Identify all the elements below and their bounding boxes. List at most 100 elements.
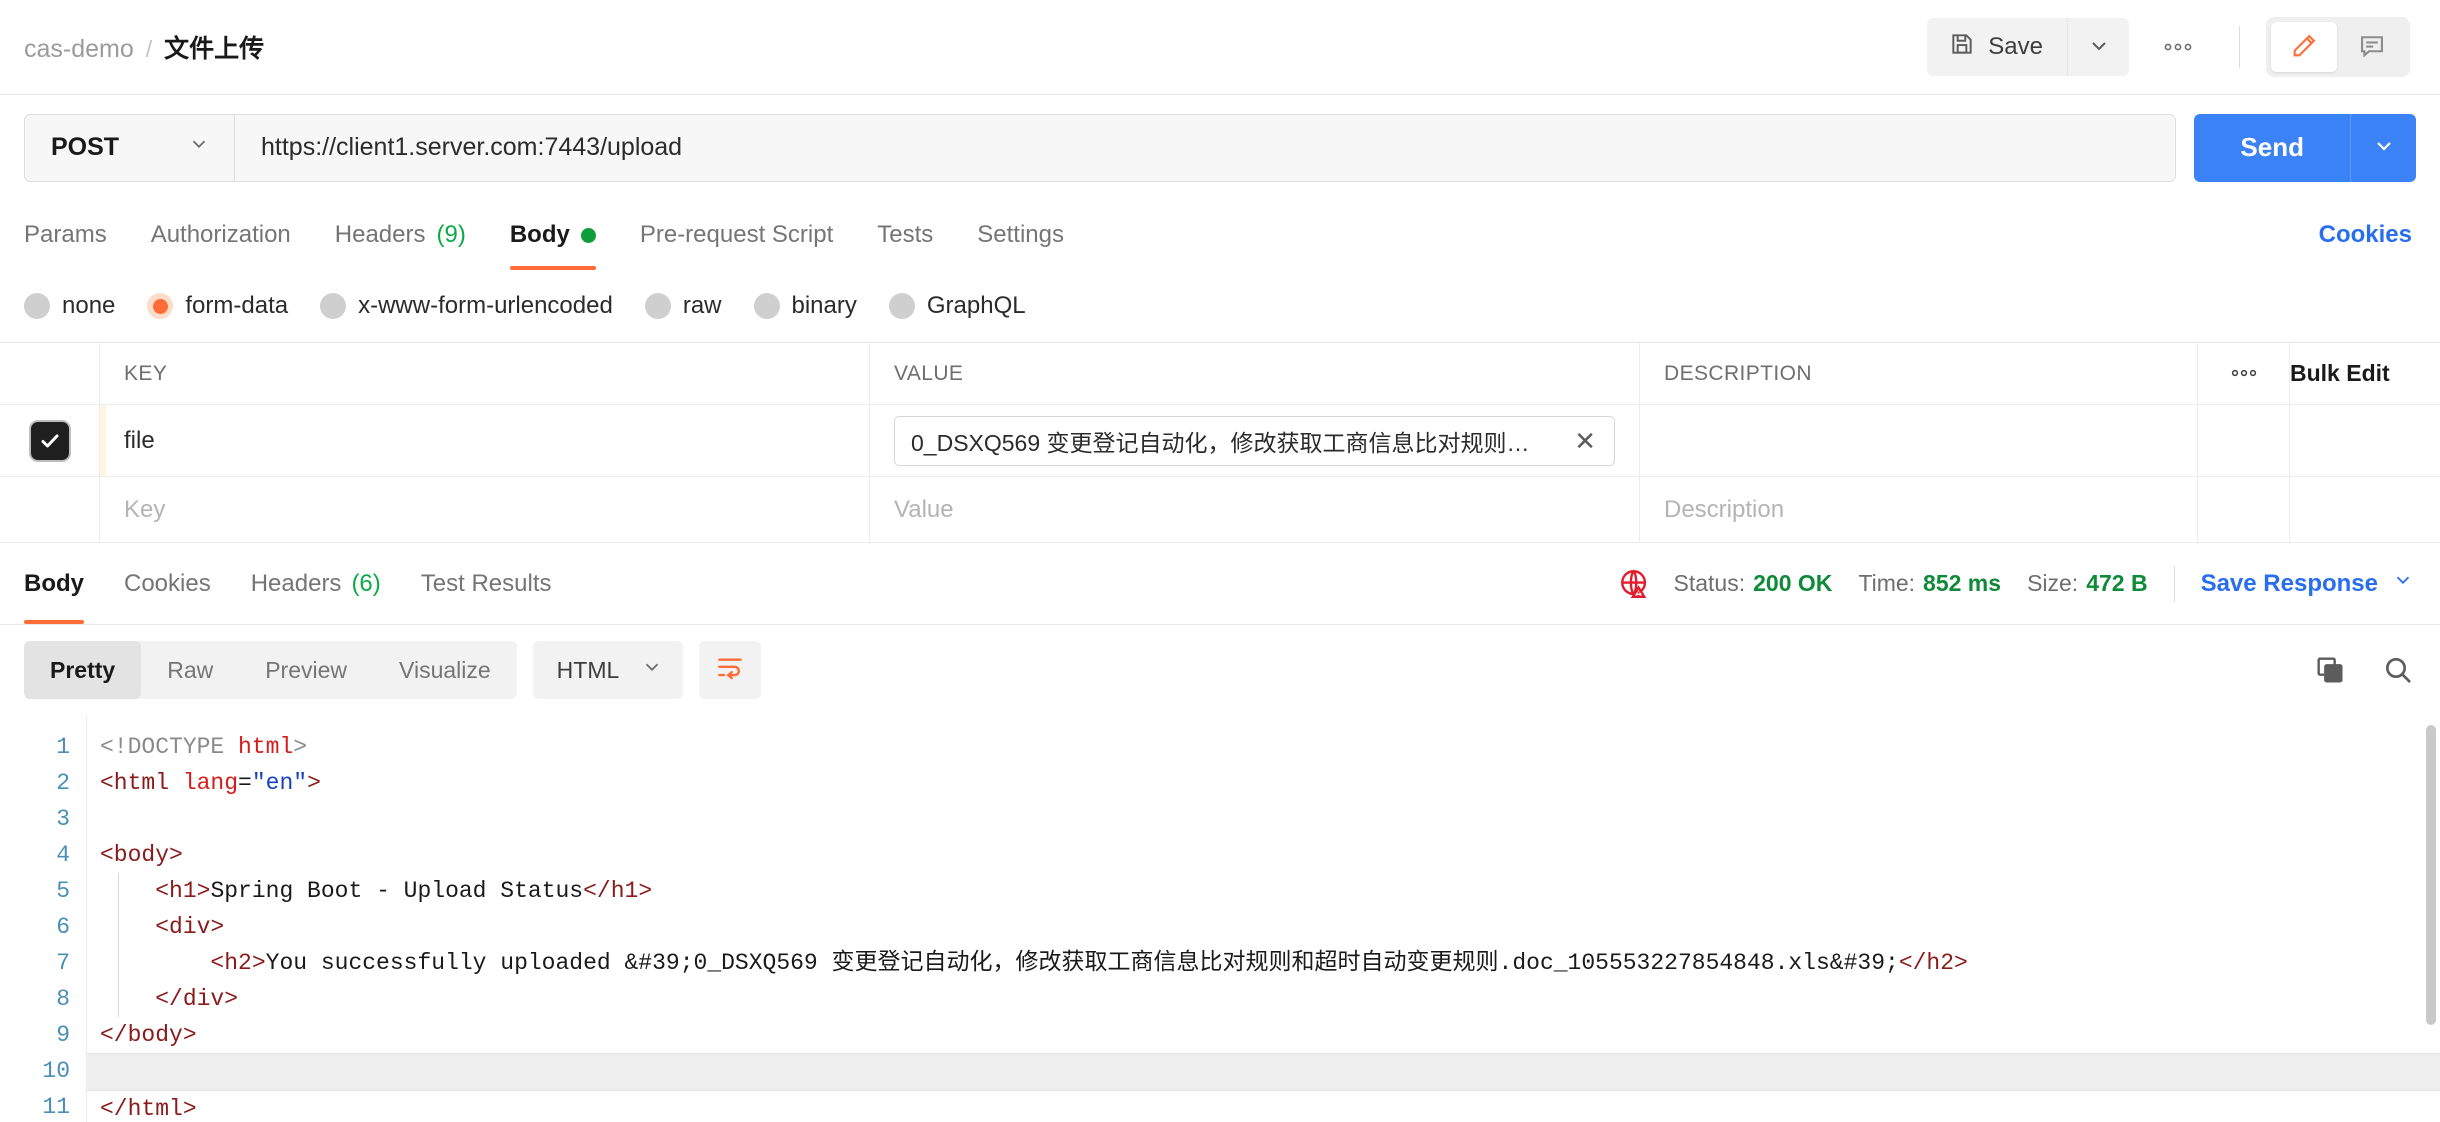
code-line[interactable] xyxy=(86,801,2440,837)
code-line[interactable]: <body> xyxy=(86,837,2440,873)
line-number: 5 xyxy=(56,878,70,904)
empty-row-key-input[interactable]: Key xyxy=(100,477,870,542)
tab-label: Tests xyxy=(877,221,934,248)
breadcrumb-collection[interactable]: cas-demo xyxy=(24,35,134,64)
view-mode-preview[interactable]: Preview xyxy=(239,641,373,699)
column-header-value: VALUE xyxy=(894,361,964,385)
code-line[interactable]: <html lang="en"> xyxy=(86,765,2440,801)
row-enabled-checkbox[interactable] xyxy=(30,421,69,460)
postman-app-window: cas-demo / 文件上传 Save POST https://client… xyxy=(0,0,2440,1122)
response-tab-cookies[interactable]: Cookies xyxy=(104,543,231,624)
vertical-scrollbar[interactable] xyxy=(2426,725,2436,1025)
tab-headers[interactable]: Headers (9) xyxy=(313,200,488,270)
code-token: <div> xyxy=(155,914,225,940)
body-type-graphql[interactable]: GraphQL xyxy=(888,292,1026,320)
form-data-table: KEY VALUE DESCRIPTION Bulk Edit file 0_D… xyxy=(0,342,2440,543)
code-line[interactable]: <div> xyxy=(86,909,2440,945)
floppy-disk-icon xyxy=(1949,31,1975,64)
comments-button[interactable] xyxy=(2339,22,2405,72)
code-line[interactable]: </html> xyxy=(86,1091,2440,1122)
tab-body[interactable]: Body xyxy=(488,200,618,270)
save-button[interactable]: Save xyxy=(1927,18,2067,76)
tab-pre-request-script[interactable]: Pre-request Script xyxy=(618,200,855,270)
description-placeholder: Description xyxy=(1664,495,1785,523)
code-token: </h2> xyxy=(1898,950,1968,976)
view-mode-raw[interactable]: Raw xyxy=(141,641,239,699)
row-bulk-cell xyxy=(2290,405,2440,476)
empty-row-options-cell xyxy=(2198,477,2290,542)
header-checkbox-cell xyxy=(0,343,100,404)
selected-file-chip[interactable]: 0_DSXQ569 变更登记自动化，修改获取工商信息比对规则和超… ✕ xyxy=(894,415,1615,466)
table-row-empty: Key Value Description xyxy=(0,477,2440,543)
code-line[interactable]: <h1>Spring Boot - Upload Status</h1> xyxy=(86,873,2440,909)
selected-file-name: 0_DSXQ569 变更登记自动化，修改获取工商信息比对规则和超… xyxy=(911,429,1551,456)
cookies-link[interactable]: Cookies xyxy=(2319,200,2416,270)
radio-icon xyxy=(888,293,915,319)
tab-label: Authorization xyxy=(150,221,291,248)
row-value-cell: 0_DSXQ569 变更登记自动化，修改获取工商信息比对规则和超… ✕ xyxy=(870,405,1640,476)
tab-label: Headers xyxy=(334,221,426,248)
table-row: file 0_DSXQ569 变更登记自动化，修改获取工商信息比对规则和超… ✕ xyxy=(0,405,2440,477)
save-options-button[interactable] xyxy=(2067,18,2129,76)
code-token: </html> xyxy=(100,1096,197,1122)
tab-params[interactable]: Params xyxy=(24,200,129,270)
size-value: 472 B xyxy=(2086,570,2148,596)
search-icon[interactable] xyxy=(2382,654,2414,686)
response-toolbar: Pretty Raw Preview Visualize HTML xyxy=(0,625,2440,715)
tab-tests[interactable]: Tests xyxy=(855,200,955,270)
code-line[interactable]: </body> xyxy=(86,1017,2440,1053)
tab-settings[interactable]: Settings xyxy=(955,200,1086,270)
body-type-binary[interactable]: binary xyxy=(753,292,857,320)
response-format-select[interactable]: HTML xyxy=(532,641,684,699)
row-key-value: file xyxy=(124,426,155,454)
empty-row-description-input[interactable]: Description xyxy=(1640,477,2198,542)
code-token: > xyxy=(307,770,321,796)
send-button[interactable]: Send xyxy=(2194,113,2350,182)
bulk-edit-button[interactable]: Bulk Edit xyxy=(2290,343,2440,404)
time-value: 852 ms xyxy=(1923,570,2002,596)
remove-file-icon[interactable]: ✕ xyxy=(1570,428,1600,454)
tab-authorization[interactable]: Authorization xyxy=(129,200,313,270)
size-badge: Size: 472 B xyxy=(2027,570,2148,597)
empty-row-value-input[interactable]: Value xyxy=(870,477,1640,542)
send-options-button[interactable] xyxy=(2350,113,2416,182)
code-content[interactable]: <!DOCTYPE html> <html lang="en"> <body> <… xyxy=(86,715,2440,1122)
row-key-cell[interactable]: file xyxy=(100,405,870,476)
word-wrap-toggle-button[interactable] xyxy=(699,641,762,699)
code-line[interactable]: <!DOCTYPE html> xyxy=(86,729,2440,765)
body-type-form-data[interactable]: form-data xyxy=(147,292,288,320)
response-tab-headers[interactable]: Headers (6) xyxy=(231,543,401,624)
row-description-cell[interactable] xyxy=(1640,405,2198,476)
breadcrumb-current-request[interactable]: 文件上传 xyxy=(164,29,264,65)
code-line[interactable] xyxy=(86,1053,2440,1091)
url-input[interactable]: https://client1.server.com:7443/upload xyxy=(235,114,2176,181)
body-type-none[interactable]: none xyxy=(24,292,115,320)
copy-icon[interactable] xyxy=(2314,654,2346,686)
more-actions-button[interactable] xyxy=(2143,18,2213,76)
empty-row-bulk-cell xyxy=(2290,477,2440,542)
code-line[interactable]: </div> xyxy=(86,981,2440,1017)
code-line[interactable]: <h2>You successfully uploaded &#39;0_DSX… xyxy=(86,945,2440,981)
radio-icon xyxy=(147,293,174,319)
http-method-select[interactable]: POST xyxy=(25,114,235,181)
response-tab-test-results[interactable]: Test Results xyxy=(401,543,572,624)
body-type-raw[interactable]: raw xyxy=(644,292,722,320)
http-method-value: POST xyxy=(51,133,120,161)
line-number: 8 xyxy=(56,986,70,1012)
table-options-button[interactable] xyxy=(2198,343,2290,404)
edit-mode-button[interactable] xyxy=(2271,22,2337,72)
radio-icon xyxy=(753,293,780,319)
response-meta: Status: 200 OK Time: 852 ms Size: 472 B … xyxy=(1618,543,2414,624)
globe-warning-icon[interactable] xyxy=(1618,567,1652,601)
response-tab-label: Body xyxy=(24,569,84,597)
save-response-button[interactable]: Save Response xyxy=(2201,569,2414,598)
response-header: Body Cookies Headers (6) Test Results St… xyxy=(0,543,2440,625)
line-number: 7 xyxy=(56,950,70,976)
view-mode-visualize[interactable]: Visualize xyxy=(373,641,517,699)
view-mode-pretty[interactable]: Pretty xyxy=(24,641,142,699)
column-header-key: KEY xyxy=(124,361,168,385)
response-code-viewer: 1 2 3 4 5 6 7 8 9 10 11 <!DOCTYPE html> <html lang=… xyxy=(0,715,2440,1122)
body-type-label: form-data xyxy=(185,292,289,319)
body-type-x-www-form-urlencoded[interactable]: x-www-form-urlencoded xyxy=(320,292,613,320)
response-tab-body[interactable]: Body xyxy=(24,543,104,624)
